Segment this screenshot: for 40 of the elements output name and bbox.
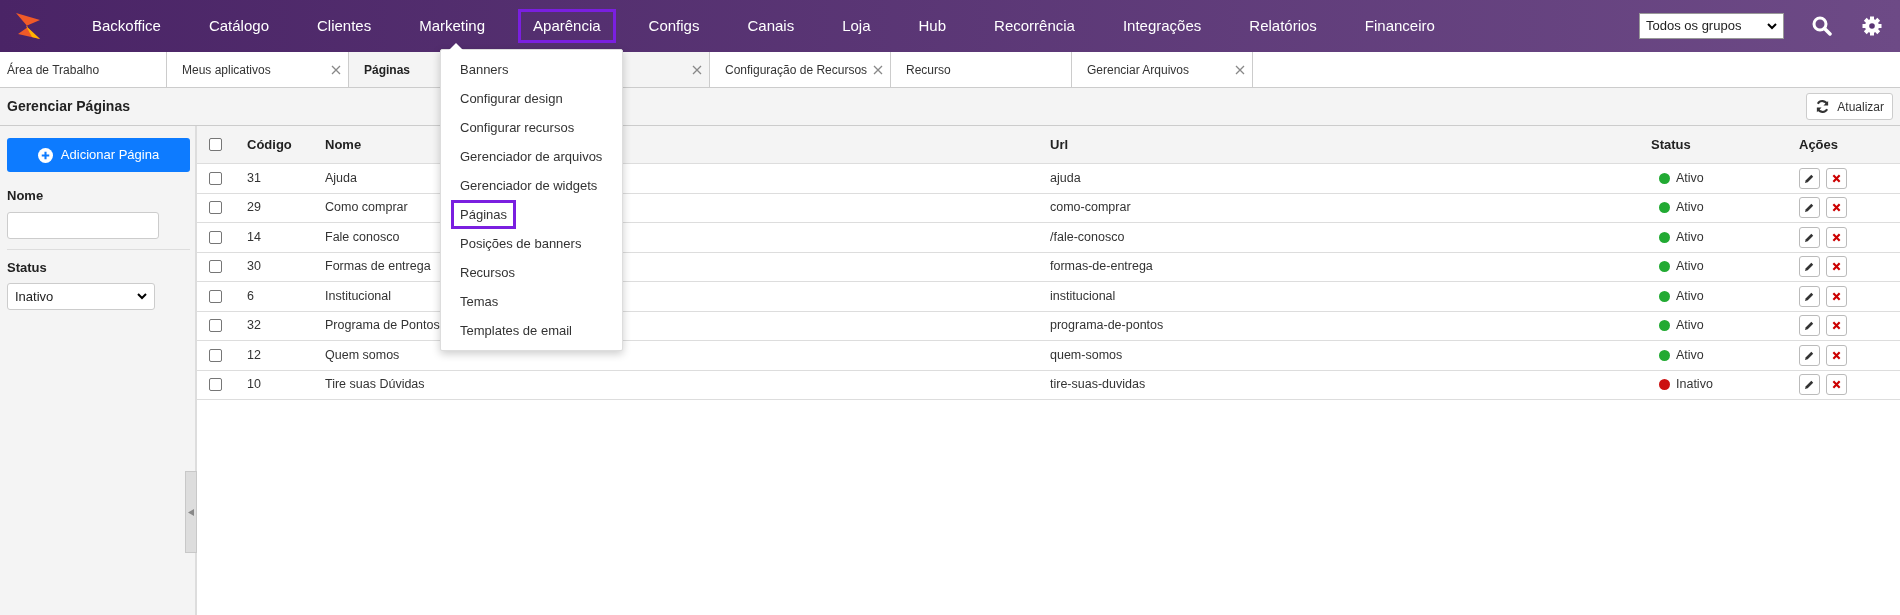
- table-cell: 30: [247, 259, 261, 274]
- status-text: Ativo: [1676, 199, 1704, 217]
- status-text: Ativo: [1676, 287, 1704, 305]
- page-title: Gerenciar Páginas: [7, 97, 130, 116]
- column-header: Nome: [325, 136, 362, 152]
- table-cell: quem-somos: [1050, 347, 1123, 362]
- table-cell: /fale-conosco: [1050, 229, 1125, 244]
- status-text: Ativo: [1676, 228, 1704, 246]
- table-cell: Institucional: [325, 288, 391, 303]
- field-label: Status: [7, 258, 48, 277]
- table-cell: Tire suas Dúvidas: [325, 377, 425, 392]
- table-cell: Fale conosco: [325, 229, 400, 244]
- table-cell: 10: [247, 377, 261, 392]
- column-header: Status: [1651, 136, 1691, 152]
- column-header: Código: [247, 136, 292, 152]
- table-cell: 12: [247, 347, 261, 362]
- status-text: Inativo: [1676, 376, 1713, 394]
- column-header: Ações: [1799, 135, 1839, 154]
- table-cell: 6: [247, 288, 254, 303]
- table-cell: ajuda: [1050, 170, 1081, 185]
- field-label: Nome: [7, 187, 45, 205]
- table-cell: programa-de-pontos: [1050, 318, 1164, 333]
- table-cell: tire-suas-duvidas: [1050, 377, 1146, 392]
- table-cell: Como comprar: [325, 200, 408, 215]
- table-cell: Quem somos: [325, 347, 400, 362]
- table-cell: formas-de-entrega: [1050, 259, 1153, 274]
- table-cell: Ajuda: [325, 170, 357, 185]
- status-text: Ativo: [1676, 169, 1704, 187]
- status-text: Ativo: [1676, 317, 1704, 335]
- table-cell: institucional: [1050, 288, 1116, 303]
- table-cell: Formas de entrega: [325, 259, 431, 274]
- status-text: Ativo: [1676, 346, 1704, 364]
- status-text: Ativo: [1676, 258, 1704, 276]
- table-cell: 14: [247, 229, 261, 244]
- column-header: Url: [1050, 136, 1069, 152]
- table-cell: 31: [247, 170, 261, 185]
- table-cell: Programa de Pontos: [325, 318, 440, 333]
- table-cell: como-comprar: [1050, 200, 1131, 215]
- table-cell: 29: [247, 200, 261, 215]
- table-cell: 32: [247, 318, 261, 333]
